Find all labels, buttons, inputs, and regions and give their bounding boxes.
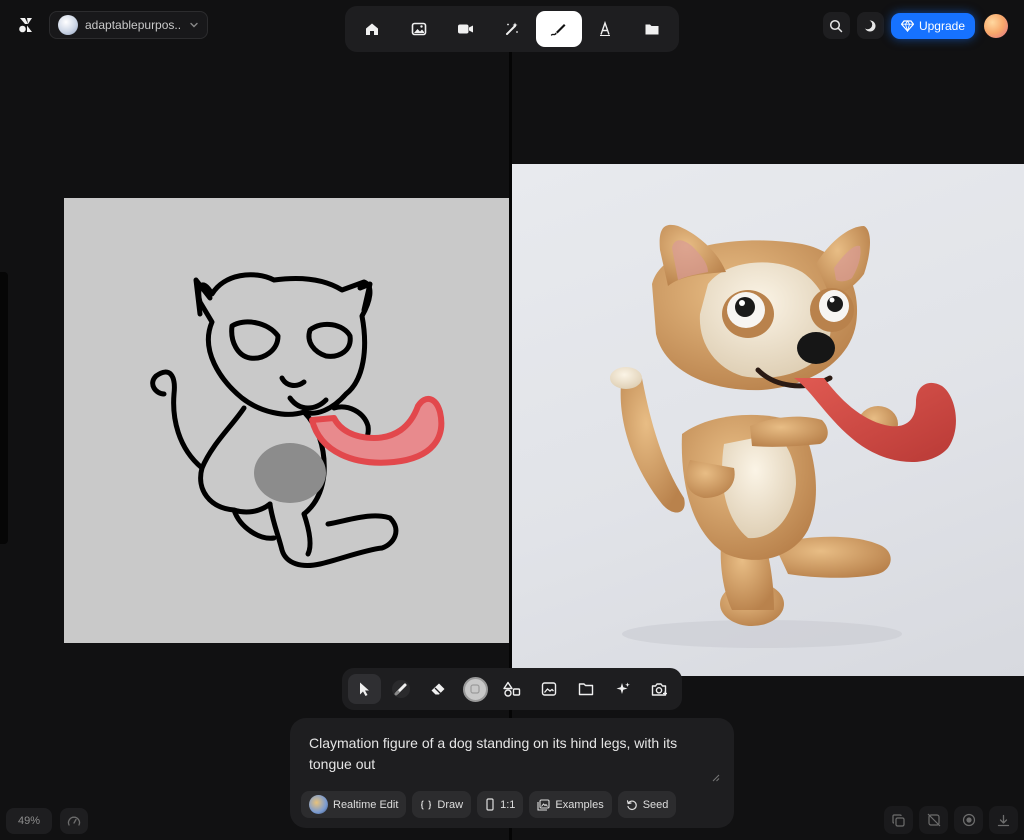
workspace-selector[interactable]: adaptablepurpos... [49, 11, 208, 39]
cat-sketch-drawing [150, 272, 445, 568]
ai-sparkle-button[interactable] [606, 674, 639, 704]
gallery-icon [537, 798, 550, 811]
image-off-icon [927, 813, 940, 827]
draw-label: Draw [437, 798, 464, 811]
remove-background-button[interactable] [919, 806, 948, 834]
color-swatch [462, 676, 488, 702]
sparkle-icon [616, 682, 630, 694]
camera-icon [651, 682, 668, 696]
eraser-tool-button[interactable] [422, 674, 455, 704]
text-mode-button[interactable] [583, 11, 629, 47]
canvas-actions [884, 806, 1018, 834]
image-icon [411, 22, 426, 36]
copy-icon [892, 813, 905, 827]
side-panel-handle[interactable] [0, 272, 8, 544]
prompt-options: Realtime Edit Draw 1:1 Examples Seed [301, 791, 677, 818]
draw-pen-icon [550, 24, 566, 36]
moon-icon [863, 19, 876, 31]
cursor-icon [360, 682, 370, 696]
performance-button[interactable] [60, 808, 88, 834]
open-folder-button[interactable] [569, 674, 602, 704]
download-icon [997, 814, 1010, 826]
resize-grip-icon[interactable] [712, 774, 720, 782]
theme-toggle-button[interactable] [856, 12, 884, 39]
refresh-icon [626, 799, 637, 810]
portrait-icon [486, 798, 494, 811]
app-root: adaptablepurpos... Upgrade Claymation fi… [0, 0, 1024, 840]
prompt-panel: Claymation figure of a dog standing on i… [290, 718, 734, 828]
examples-label: Examples [555, 798, 604, 811]
drawing-toolbar [342, 668, 682, 710]
font-icon [600, 21, 611, 36]
zoom-level[interactable]: 49% [6, 808, 52, 834]
video-mode-button[interactable] [442, 11, 488, 47]
header-actions: Upgrade [822, 12, 1008, 39]
realtime-thumbnail [309, 795, 328, 814]
sketch-canvas[interactable] [64, 198, 509, 643]
record-icon [962, 813, 975, 827]
copy-button[interactable] [884, 806, 913, 834]
app-logo-icon[interactable] [16, 15, 36, 35]
enhance-mode-button[interactable] [489, 11, 535, 47]
gauge-icon [67, 816, 81, 826]
aspect-ratio-chip[interactable]: 1:1 [477, 791, 524, 818]
assets-mode-button[interactable] [629, 11, 675, 47]
search-button[interactable] [822, 12, 850, 39]
shapes-icon [503, 681, 521, 697]
color-picker-button[interactable] [459, 674, 492, 704]
magic-wand-icon [506, 22, 518, 35]
home-button[interactable] [349, 11, 395, 47]
prompt-input[interactable]: Claymation figure of a dog standing on i… [309, 733, 709, 775]
eyedropper-icon [470, 684, 480, 694]
shapes-tool-button[interactable] [496, 674, 529, 704]
seed-chip[interactable]: Seed [617, 791, 677, 818]
brackets-icon [421, 799, 432, 810]
image-upload-button[interactable] [532, 674, 565, 704]
upgrade-label: Upgrade [918, 18, 965, 33]
aspect-ratio-label: 1:1 [500, 798, 516, 811]
folder-icon [578, 683, 593, 696]
search-icon [830, 19, 843, 32]
select-tool-button[interactable] [348, 674, 381, 704]
folder-icon [645, 24, 659, 35]
draw-mode-button[interactable] [535, 11, 582, 47]
home-icon [365, 23, 378, 35]
workspace-name: adaptablepurpos... [85, 18, 182, 32]
eraser-icon [431, 683, 445, 695]
examples-chip[interactable]: Examples [529, 791, 612, 818]
brush-icon [392, 680, 411, 698]
user-avatar[interactable] [984, 13, 1008, 38]
generated-image[interactable] [512, 164, 1024, 676]
upgrade-button[interactable]: Upgrade [890, 12, 975, 39]
download-button[interactable] [989, 806, 1018, 834]
camera-capture-button[interactable] [643, 674, 676, 704]
realtime-edit-label: Realtime Edit [333, 798, 399, 811]
seed-label: Seed [642, 798, 669, 811]
diamond-icon [900, 19, 914, 32]
claymation-dog-render [610, 224, 956, 648]
realtime-edit-chip[interactable]: Realtime Edit [301, 791, 407, 818]
workspace-avatar [58, 15, 78, 35]
record-button[interactable] [954, 806, 983, 834]
mode-switcher [345, 6, 679, 52]
chevron-down-icon [190, 22, 198, 28]
draw-chip[interactable]: Draw [412, 791, 472, 818]
image-mode-button[interactable] [396, 11, 442, 47]
brush-tool-button[interactable] [385, 674, 418, 704]
video-icon [457, 24, 473, 34]
image-upload-icon [541, 682, 557, 696]
